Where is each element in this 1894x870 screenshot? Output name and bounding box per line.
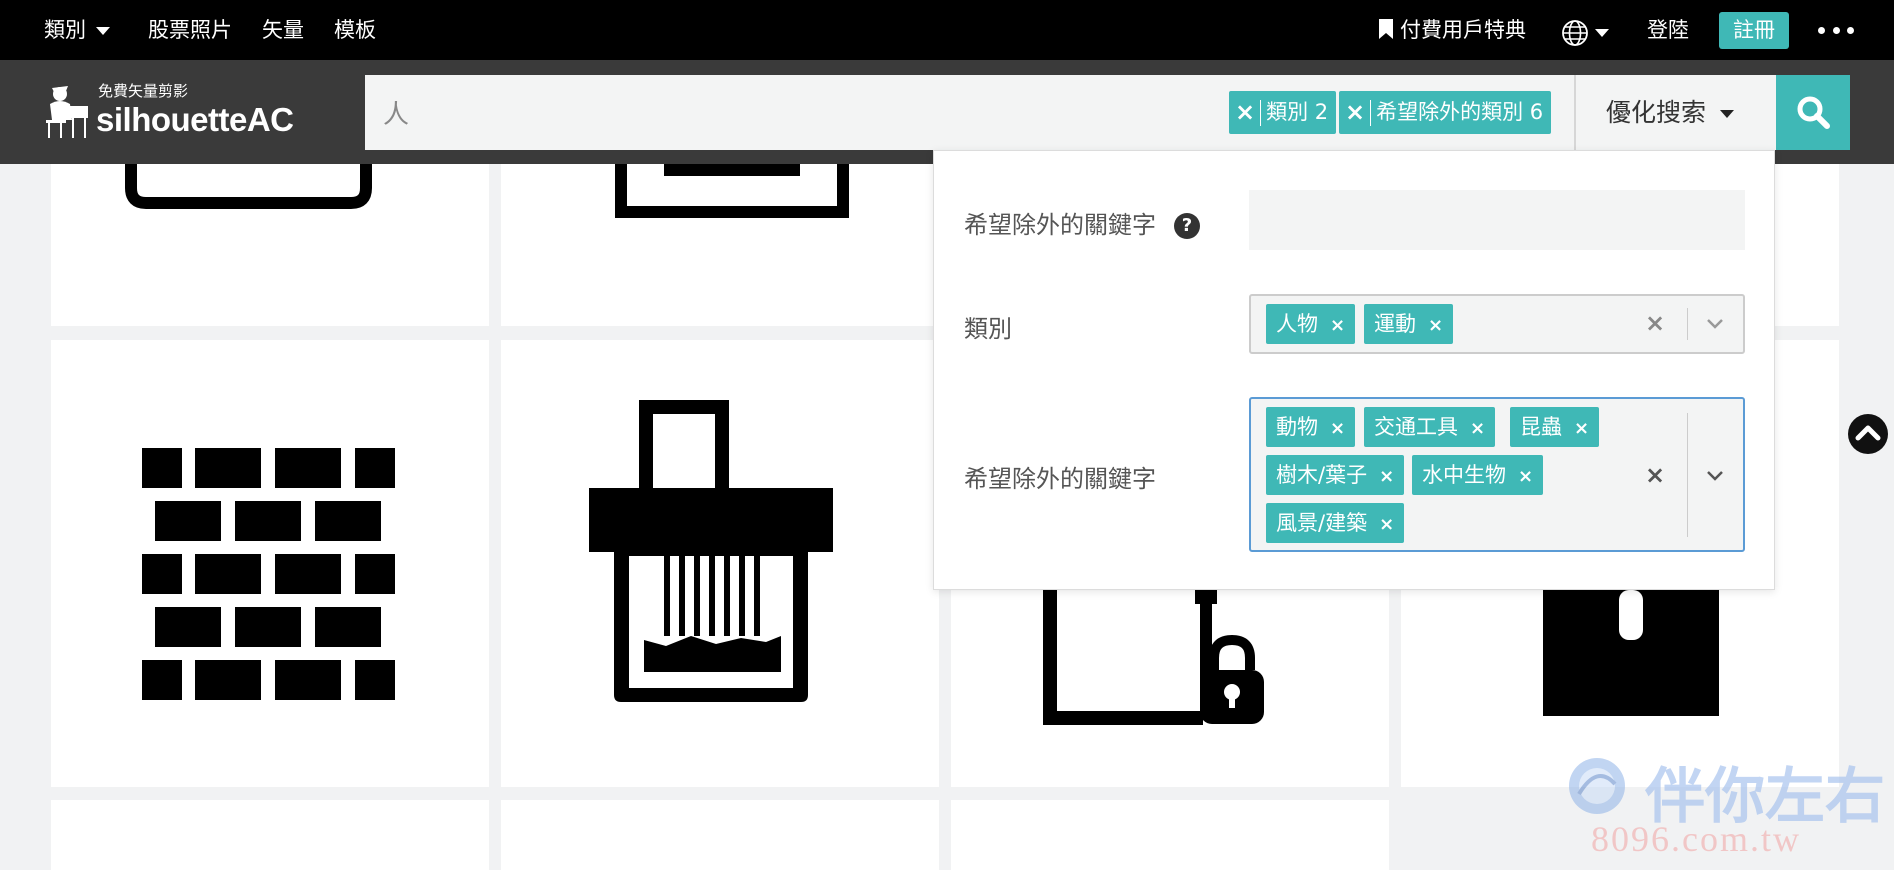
nav-premium-label: 付費用戶特典 xyxy=(1400,18,1526,42)
exclude-tag: 交通工具 × xyxy=(1364,407,1496,447)
clear-select-icon[interactable]: × xyxy=(1645,461,1665,489)
nav-vectors-link[interactable]: 矢量 xyxy=(262,15,304,45)
category-tag: 人物 × xyxy=(1266,304,1356,344)
chevron-down-icon[interactable] xyxy=(1706,470,1724,482)
tag-label: 水中生物 xyxy=(1422,463,1506,487)
result-card[interactable] xyxy=(951,800,1389,870)
search-icon xyxy=(1797,96,1830,129)
top-navbar: 類別 股票照片 矢量 模板 付費用戶特典 登陸 註冊 xyxy=(0,0,1894,60)
exclude-tag: 風景/建築 × xyxy=(1266,503,1405,543)
brick-wall-silhouette-image xyxy=(142,448,395,700)
refine-search-panel: 希望除外的關鍵字? 類別 人物 × 運動 × × 希望除外的關鍵字 動物 × 交通工具… xyxy=(933,150,1775,590)
exclude-tag: 動物 × xyxy=(1266,407,1356,447)
globe-icon xyxy=(1562,20,1588,46)
category-tag: 運動 × xyxy=(1364,304,1454,344)
exclude-tag: 昆蟲 × xyxy=(1510,407,1600,447)
tag-label: 樹木/葉子 xyxy=(1276,463,1368,487)
category-field-label: 類別 xyxy=(964,315,1012,343)
clear-select-icon[interactable]: × xyxy=(1645,309,1665,337)
question-circle-icon[interactable]: ? xyxy=(1174,213,1200,239)
refine-search-button[interactable]: 優化搜索 xyxy=(1574,75,1776,150)
result-card[interactable] xyxy=(501,164,939,326)
shredder-silhouette-image xyxy=(589,400,833,702)
remove-filter-icon[interactable]: × xyxy=(1235,91,1255,134)
remove-tag-icon[interactable]: × xyxy=(1379,514,1394,535)
remove-tag-icon[interactable]: × xyxy=(1574,418,1589,439)
logo-name: silhouetteAC xyxy=(96,101,294,138)
result-card[interactable] xyxy=(51,340,489,787)
tag-label: 運動 xyxy=(1374,312,1416,336)
scroll-to-top-button[interactable] xyxy=(1848,414,1888,454)
watermark: 伴你左右 8096.com.tw xyxy=(1565,748,1885,870)
remove-tag-icon[interactable]: × xyxy=(1428,315,1443,336)
nav-premium-link[interactable]: 付費用戶特典 xyxy=(1378,15,1526,45)
remove-tag-icon[interactable]: × xyxy=(1470,418,1485,439)
caret-down-icon xyxy=(96,27,110,35)
remove-tag-icon[interactable]: × xyxy=(1330,418,1345,439)
frame-silhouette-image xyxy=(125,164,372,209)
exclude-keyword-input[interactable] xyxy=(1249,190,1745,250)
filter-chip-category[interactable]: × 類別 2 xyxy=(1229,91,1337,134)
nav-category-label: 類別 xyxy=(44,18,86,42)
logo-silhouette-icon xyxy=(46,86,88,138)
remove-tag-icon[interactable]: × xyxy=(1330,315,1345,336)
result-card[interactable] xyxy=(501,340,939,787)
watermark-url: 8096.com.tw xyxy=(1591,819,1801,859)
language-selector[interactable] xyxy=(1561,17,1609,47)
bookmark-icon xyxy=(1379,19,1393,39)
exclude-tag: 水中生物 × xyxy=(1412,455,1544,495)
tag-label: 交通工具 xyxy=(1374,415,1458,439)
site-logo[interactable]: 免費矢量剪影 silhouetteAC xyxy=(40,80,320,142)
nav-photos-link[interactable]: 股票照片 xyxy=(148,15,232,45)
register-button[interactable]: 註冊 xyxy=(1719,12,1789,49)
exclude-category-select[interactable]: 動物 × 交通工具 × 昆蟲 × 樹木/葉子 × 水中生物 × 風景/建築 × × xyxy=(1249,397,1745,552)
box-silhouette-image xyxy=(615,164,849,218)
filter-chip-label: 希望除外的類別 6 xyxy=(1376,100,1544,124)
filter-chip-label: 類別 2 xyxy=(1266,100,1329,124)
remove-tag-icon[interactable]: × xyxy=(1379,466,1394,487)
exclude-keyword-field-label: 希望除外的關鍵字? xyxy=(964,205,1200,240)
nav-templates-link[interactable]: 模板 xyxy=(334,15,376,45)
login-link[interactable]: 登陸 xyxy=(1647,15,1689,45)
chevron-down-icon[interactable] xyxy=(1706,318,1724,330)
search-button[interactable] xyxy=(1776,75,1850,150)
remove-filter-icon[interactable]: × xyxy=(1345,91,1365,134)
tag-label: 人物 xyxy=(1276,312,1318,336)
caret-down-icon xyxy=(1720,110,1735,118)
tag-label: 風景/建築 xyxy=(1276,511,1368,535)
result-card[interactable] xyxy=(501,800,939,870)
exclude-tag: 樹木/葉子 × xyxy=(1266,455,1405,495)
tag-label: 昆蟲 xyxy=(1520,415,1562,439)
more-dots-icon[interactable] xyxy=(1818,22,1854,38)
filter-chip-exclude-category[interactable]: × 希望除外的類別 6 xyxy=(1339,91,1552,134)
search-input[interactable] xyxy=(383,93,1083,131)
refine-search-label: 優化搜索 xyxy=(1606,98,1707,127)
exclude-keyword-label: 希望除外的關鍵字 xyxy=(964,211,1156,239)
remove-tag-icon[interactable]: × xyxy=(1518,466,1533,487)
exclude-category-field-label: 希望除外的關鍵字 xyxy=(964,465,1156,493)
result-card[interactable] xyxy=(51,164,489,326)
nav-category-menu[interactable]: 類別 xyxy=(44,15,110,45)
watermark-globe-icon xyxy=(1569,758,1625,814)
chevron-up-circle-icon xyxy=(1855,425,1881,441)
search-bar: × 類別 2 × 希望除外的類別 6 xyxy=(365,75,1574,150)
logo-tagline: 免費矢量剪影 xyxy=(98,82,189,100)
caret-down-icon xyxy=(1595,29,1609,37)
category-select[interactable]: 人物 × 運動 × × xyxy=(1249,294,1745,354)
result-card[interactable] xyxy=(51,800,489,870)
tag-label: 動物 xyxy=(1276,415,1318,439)
